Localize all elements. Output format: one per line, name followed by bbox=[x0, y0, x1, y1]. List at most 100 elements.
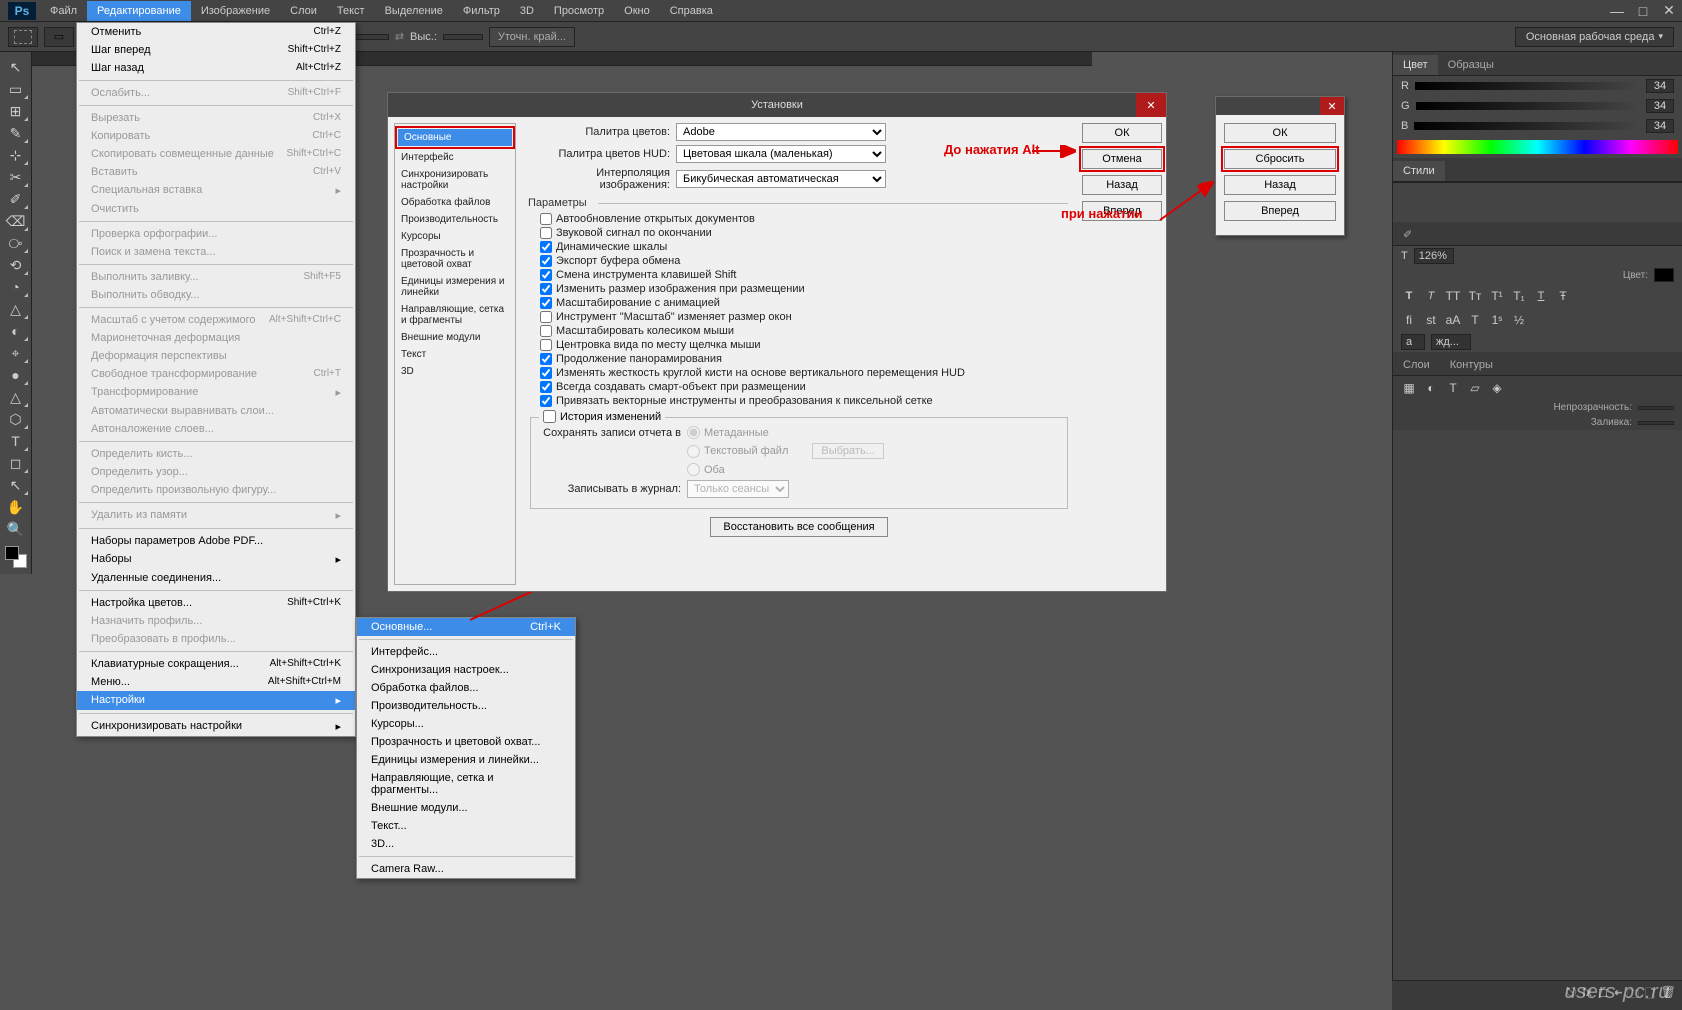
menu-Справка[interactable]: Справка bbox=[660, 1, 723, 21]
char-color-swatch[interactable] bbox=[1654, 268, 1674, 282]
tool-9[interactable]: ⟲ bbox=[3, 254, 29, 276]
submenuitem[interactable]: Интерфейс... bbox=[357, 643, 575, 661]
tool-11[interactable]: △ bbox=[3, 298, 29, 320]
hud-select[interactable]: Цветовая шкала (маленькая) bbox=[676, 145, 886, 163]
tool-5[interactable]: ✂ bbox=[3, 166, 29, 188]
submenuitem[interactable]: 3D... bbox=[357, 835, 575, 853]
prefs-cat[interactable]: Курсоры bbox=[395, 228, 515, 245]
submenuitem[interactable]: Внешние модули... bbox=[357, 799, 575, 817]
menu-Просмотр[interactable]: Просмотр bbox=[544, 1, 614, 21]
tool-16[interactable]: ⬡ bbox=[3, 408, 29, 430]
swap-icon[interactable]: ⇄ bbox=[395, 30, 404, 43]
prev-button[interactable]: Назад bbox=[1082, 175, 1162, 195]
caps-icon[interactable]: TT bbox=[1445, 288, 1461, 304]
pref-checkbox[interactable]: Продолжение панорамирования bbox=[540, 353, 1072, 365]
tab-color[interactable]: Цвет bbox=[1393, 55, 1438, 75]
tool-10[interactable]: ◔ bbox=[3, 276, 29, 298]
prefs-cat[interactable]: Синхронизировать настройки bbox=[395, 166, 515, 194]
bold-icon[interactable]: T bbox=[1401, 288, 1417, 304]
menuitem[interactable]: ОтменитьCtrl+Z bbox=[77, 23, 355, 41]
fill-value[interactable] bbox=[1638, 421, 1674, 425]
pref-checkbox[interactable]: Изменить размер изображения при размещен… bbox=[540, 283, 1072, 295]
tool-19[interactable]: ↖ bbox=[3, 474, 29, 496]
filter-text-icon[interactable]: T bbox=[1445, 380, 1461, 396]
tool-3[interactable]: ✎ bbox=[3, 122, 29, 144]
prefs-cat[interactable]: 3D bbox=[395, 363, 515, 380]
prefs-cat[interactable]: Направляющие, сетка и фрагменты bbox=[395, 301, 515, 329]
menuitem[interactable]: Шаг назадAlt+Ctrl+Z bbox=[77, 59, 355, 77]
workspace-switcher[interactable]: Основная рабочая среда bbox=[1515, 27, 1674, 47]
tab-layers[interactable]: Слои bbox=[1393, 355, 1440, 375]
underline-icon[interactable]: T bbox=[1533, 288, 1549, 304]
filter-shape-icon[interactable]: ▱ bbox=[1467, 380, 1483, 396]
pref-checkbox[interactable]: Экспорт буфера обмена bbox=[540, 255, 1072, 267]
pref-checkbox[interactable]: Инструмент "Масштаб" изменяет размер око… bbox=[540, 311, 1072, 323]
filter-adj-icon[interactable]: ◐ bbox=[1423, 380, 1439, 396]
submenuitem[interactable]: Курсоры... bbox=[357, 715, 575, 733]
tool-15[interactable]: △ bbox=[3, 386, 29, 408]
picker-select[interactable]: Adobe bbox=[676, 123, 886, 141]
tool-4[interactable]: ⊹ bbox=[3, 144, 29, 166]
tool-6[interactable]: ✐ bbox=[3, 188, 29, 210]
color-spectrum[interactable] bbox=[1397, 140, 1678, 154]
filter-pixel-icon[interactable]: ▦ bbox=[1401, 380, 1417, 396]
prefs-cat[interactable]: Интерфейс bbox=[395, 149, 515, 166]
pref-checkbox[interactable]: Изменять жесткость круглой кисти на осно… bbox=[540, 367, 1072, 379]
super-icon[interactable]: T¹ bbox=[1489, 288, 1505, 304]
sel-new-icon[interactable]: ▭ bbox=[44, 27, 74, 47]
pref-checkbox[interactable]: Звуковой сигнал по окончании bbox=[540, 227, 1072, 239]
pref-checkbox[interactable]: Масштабирование с анимацией bbox=[540, 297, 1072, 309]
pref-checkbox[interactable]: Масштабировать колесиком мыши bbox=[540, 325, 1072, 337]
tool-21[interactable]: 🔍 bbox=[3, 518, 29, 540]
italic-icon[interactable]: T bbox=[1423, 288, 1439, 304]
pref-checkbox[interactable]: Автообновление открытых документов bbox=[540, 213, 1072, 225]
submenuitem[interactable]: Направляющие, сетка и фрагменты... bbox=[357, 769, 575, 799]
r-slider[interactable] bbox=[1415, 82, 1640, 90]
menuitem[interactable]: Меню...Alt+Shift+Ctrl+M bbox=[77, 673, 355, 691]
pref-checkbox[interactable]: Всегда создавать смарт-объект при размещ… bbox=[540, 381, 1072, 393]
history-checkbox[interactable] bbox=[543, 410, 556, 423]
tab-swatches[interactable]: Образцы bbox=[1438, 55, 1504, 75]
close-button[interactable]: ✕ bbox=[1656, 2, 1682, 20]
menu-Фильтр[interactable]: Фильтр bbox=[453, 1, 510, 21]
fgbg-swatch[interactable] bbox=[3, 544, 29, 570]
tool-12[interactable]: ◐ bbox=[3, 320, 29, 342]
reset-button[interactable]: Сбросить bbox=[1224, 149, 1336, 169]
menu-Выделение[interactable]: Выделение bbox=[375, 1, 453, 21]
tool-preset-icon[interactable] bbox=[8, 27, 38, 47]
ok-button[interactable]: ОК bbox=[1082, 123, 1162, 143]
restore-dialogs-button[interactable]: Восстановить все сообщения bbox=[710, 517, 887, 537]
submenuitem[interactable]: Единицы измерения и линейки... bbox=[357, 751, 575, 769]
prefs-cat[interactable]: Единицы измерения и линейки bbox=[395, 273, 515, 301]
tool-18[interactable]: ◻ bbox=[3, 452, 29, 474]
pref-checkbox[interactable]: Привязать векторные инструменты и преобр… bbox=[540, 395, 1072, 407]
menuitem[interactable]: Шаг впередShift+Ctrl+Z bbox=[77, 41, 355, 59]
smallcaps-icon[interactable]: Tᴛ bbox=[1467, 288, 1483, 304]
prefs-cat[interactable]: Прозрачность и цветовой охват bbox=[395, 245, 515, 273]
menu-Редактирование[interactable]: Редактирование bbox=[87, 1, 191, 21]
b-value[interactable]: 34 bbox=[1646, 119, 1674, 133]
pref-checkbox[interactable]: Центровка вида по месту щелчка мыши bbox=[540, 339, 1072, 351]
tool-1[interactable]: ▭ bbox=[3, 78, 29, 100]
submenuitem[interactable]: Синхронизация настроек... bbox=[357, 661, 575, 679]
tool-7[interactable]: ⌫ bbox=[3, 210, 29, 232]
submenuitem[interactable]: Текст... bbox=[357, 817, 575, 835]
fi-icon[interactable]: fi bbox=[1401, 312, 1417, 328]
interp-select[interactable]: Бикубическая автоматическая bbox=[676, 170, 886, 188]
char-size[interactable]: 126% bbox=[1414, 248, 1454, 264]
antialias-icon[interactable]: a bbox=[1401, 334, 1425, 350]
opacity-value[interactable] bbox=[1638, 406, 1674, 410]
menu-Файл[interactable]: Файл bbox=[40, 1, 87, 21]
tool-2[interactable]: ⊞ bbox=[3, 100, 29, 122]
tab-paths[interactable]: Контуры bbox=[1440, 355, 1503, 375]
menu-Слои[interactable]: Слои bbox=[280, 1, 327, 21]
prefs-cat[interactable]: Внешние модули bbox=[395, 329, 515, 346]
menuitem[interactable]: Наборы параметров Adobe PDF... bbox=[77, 532, 355, 550]
menu-Изображение[interactable]: Изображение bbox=[191, 1, 280, 21]
submenuitem[interactable]: Прозрачность и цветовой охват... bbox=[357, 733, 575, 751]
st-icon[interactable]: st bbox=[1423, 312, 1439, 328]
submenuitem[interactable]: Обработка файлов... bbox=[357, 679, 575, 697]
pref-checkbox[interactable]: Динамические шкалы bbox=[540, 241, 1072, 253]
filter-smart-icon[interactable]: ◈ bbox=[1489, 380, 1505, 396]
menuitem[interactable]: Синхронизировать настройки bbox=[77, 717, 355, 736]
